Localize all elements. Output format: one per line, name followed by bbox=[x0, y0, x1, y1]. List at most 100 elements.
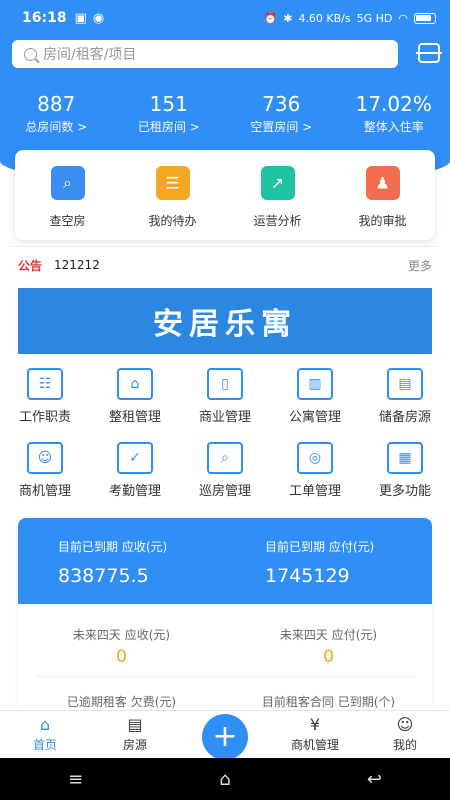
stat-total-rooms[interactable]: 887 总房间数 > bbox=[0, 92, 113, 135]
tab-profile[interactable]: ☺ 我的 bbox=[360, 711, 450, 758]
patrol-icon: ⌕ bbox=[207, 442, 243, 474]
stat-occupancy-rate: 17.02% 整体入住率 bbox=[338, 92, 450, 135]
finance-label: 目前已到期 应付(元) bbox=[265, 540, 375, 554]
quick-search-vacant[interactable]: ⌕ 查空房 bbox=[15, 150, 120, 240]
function-grid: ☷ 工作职责 ⌂ 整租管理 ▯ 商业管理 ▥ 公寓管理 ▤ 储备房源 ☺ 商机管… bbox=[0, 368, 450, 516]
notice-tag: 公告 bbox=[18, 258, 43, 273]
finance-label: 未来四天 应收(元) bbox=[72, 628, 171, 642]
workorder-icon: ◎ bbox=[297, 442, 333, 474]
stat-value: 887 bbox=[37, 92, 76, 116]
duty-icon: ☷ bbox=[27, 368, 63, 400]
tab-business[interactable]: ¥ 商机管理 bbox=[270, 711, 360, 758]
bluetooth-icon: ✱ bbox=[283, 11, 293, 25]
due-receivable[interactable]: 目前已到期 应收(元) 838775.5 bbox=[18, 518, 225, 604]
network-type: 5G HD bbox=[356, 11, 393, 25]
grid-item-workorder[interactable]: ◎ 工单管理 bbox=[270, 442, 360, 516]
back-nav-icon[interactable]: ↩ bbox=[367, 769, 382, 790]
due-payable[interactable]: 目前已到期 应付(元) 1745129 bbox=[225, 518, 432, 604]
stat-rented-rooms[interactable]: 151 已租房间 > bbox=[113, 92, 226, 135]
tab-label: 首页 bbox=[32, 738, 57, 752]
grid-item-apartment[interactable]: ▥ 公寓管理 bbox=[270, 368, 360, 442]
quick-my-approval[interactable]: ♟ 我的审批 bbox=[330, 150, 435, 240]
search-placeholder: 房间/租客/项目 bbox=[43, 47, 137, 63]
door-icon: ▯ bbox=[207, 368, 243, 400]
finance-value: 838775.5 bbox=[58, 565, 149, 587]
alarm-icon: ⏰ bbox=[263, 11, 278, 25]
more-icon: ▦ bbox=[387, 442, 423, 474]
stat-value: 17.02% bbox=[355, 92, 432, 116]
person-icon: ☺ bbox=[27, 442, 63, 474]
system-nav-bar: ≡ ⌂ ↩ bbox=[0, 758, 450, 800]
building-icon: ▥ bbox=[297, 368, 333, 400]
search-room-icon: ⌕ bbox=[50, 166, 85, 200]
banner-text: 安居乐寓 bbox=[153, 307, 297, 342]
finance-card: 目前已到期 应收(元) 838775.5 目前已到期 应付(元) 1745129… bbox=[18, 518, 432, 738]
notice-more-link[interactable]: 更多 bbox=[408, 257, 432, 274]
status-left-icons: ▣ ◉ bbox=[75, 11, 105, 26]
calendar-icon: ✓ bbox=[117, 442, 153, 474]
add-button[interactable]: + bbox=[202, 714, 248, 760]
stat-label: 整体入住率 bbox=[363, 120, 424, 134]
todo-icon: ☰ bbox=[155, 166, 190, 200]
grid-item-more[interactable]: ▦ 更多功能 bbox=[360, 442, 450, 516]
tab-label: 房源 bbox=[122, 738, 147, 752]
folder-icon: ▤ bbox=[387, 368, 423, 400]
grid-item-duty[interactable]: ☷ 工作职责 bbox=[0, 368, 90, 442]
next4-receivable[interactable]: 未来四天 应收(元) 0 bbox=[18, 604, 225, 670]
grid-item-whole-rent[interactable]: ⌂ 整租管理 bbox=[90, 368, 180, 442]
stat-vacant-rooms[interactable]: 736 空置房间 > bbox=[225, 92, 338, 135]
grid-item-attendance[interactable]: ✓ 考勤管理 bbox=[90, 442, 180, 516]
status-time: 16:18 bbox=[22, 10, 67, 26]
stat-label: 已租房间 > bbox=[137, 120, 200, 134]
notice-text: 121212 bbox=[54, 258, 100, 272]
battery-icon bbox=[414, 12, 436, 24]
grid-label: 更多功能 bbox=[378, 484, 431, 499]
listing-icon: ▤ bbox=[127, 715, 143, 734]
finance-value: 0 bbox=[116, 647, 127, 667]
grid-item-reserve[interactable]: ▤ 储备房源 bbox=[360, 368, 450, 442]
grid-item-opportunity[interactable]: ☺ 商机管理 bbox=[0, 442, 90, 516]
approval-icon: ♟ bbox=[365, 166, 400, 200]
wifi-icon: ◠ bbox=[398, 11, 408, 25]
status-right: ⏰ ✱ 4.60 KB/s 5G HD ◠ bbox=[264, 12, 436, 25]
notification-icon: ▣ bbox=[74, 10, 87, 26]
grid-label: 商机管理 bbox=[18, 484, 71, 499]
grid-item-commercial[interactable]: ▯ 商业管理 bbox=[180, 368, 270, 442]
hotspot-icon: ◉ bbox=[92, 10, 105, 26]
chart-icon: ↗ bbox=[260, 166, 295, 200]
menu-nav-icon[interactable]: ≡ bbox=[68, 769, 83, 790]
divider bbox=[12, 246, 438, 247]
quick-operations-analysis[interactable]: ↗ 运营分析 bbox=[225, 150, 330, 240]
home-nav-icon[interactable]: ⌂ bbox=[219, 769, 230, 790]
stat-label: 总房间数 > bbox=[25, 120, 88, 134]
grid-row: ☷ 工作职责 ⌂ 整租管理 ▯ 商业管理 ▥ 公寓管理 ▤ 储备房源 bbox=[0, 368, 450, 442]
grid-label: 公寓管理 bbox=[288, 410, 341, 425]
tab-home[interactable]: ⌂ 首页 bbox=[0, 711, 90, 758]
quick-label: 运营分析 bbox=[253, 214, 302, 228]
stat-label: 空置房间 > bbox=[250, 120, 313, 134]
grid-item-patrol[interactable]: ⌕ 巡房管理 bbox=[180, 442, 270, 516]
banner[interactable]: 安居乐寓 bbox=[18, 288, 432, 354]
home-icon: ⌂ bbox=[39, 715, 51, 734]
notice-bar[interactable]: 公告 121212 更多 bbox=[18, 255, 432, 275]
quick-my-todo[interactable]: ☰ 我的待办 bbox=[120, 150, 225, 240]
quick-label: 我的审批 bbox=[358, 214, 407, 228]
stats-row: 887 总房间数 > 151 已租房间 > 736 空置房间 > 17.02% … bbox=[0, 92, 450, 135]
finance-label: 目前已到期 应收(元) bbox=[58, 540, 168, 554]
house-icon: ⌂ bbox=[117, 368, 153, 400]
plus-icon: + bbox=[212, 719, 238, 754]
finance-value: 1745129 bbox=[265, 565, 350, 587]
tab-listings[interactable]: ▤ 房源 bbox=[90, 711, 180, 758]
quick-actions-card: ⌕ 查空房 ☰ 我的待办 ↗ 运营分析 ♟ 我的审批 bbox=[15, 150, 435, 240]
tab-label: 我的 bbox=[392, 738, 417, 752]
network-speed: 4.60 KB/s bbox=[298, 11, 351, 25]
finance-label: 未来四天 应付(元) bbox=[279, 628, 378, 642]
quick-label: 我的待办 bbox=[148, 214, 197, 228]
grid-label: 工作职责 bbox=[18, 410, 71, 425]
search-bar[interactable]: 房间/租客/项目 bbox=[12, 40, 398, 68]
scan-icon[interactable] bbox=[416, 43, 442, 63]
finance-next4-panel: 未来四天 应收(元) 0 未来四天 应付(元) 0 bbox=[18, 604, 432, 670]
stat-value: 151 bbox=[149, 92, 188, 116]
next4-payable[interactable]: 未来四天 应付(元) 0 bbox=[225, 604, 432, 670]
grid-label: 工单管理 bbox=[288, 484, 341, 499]
